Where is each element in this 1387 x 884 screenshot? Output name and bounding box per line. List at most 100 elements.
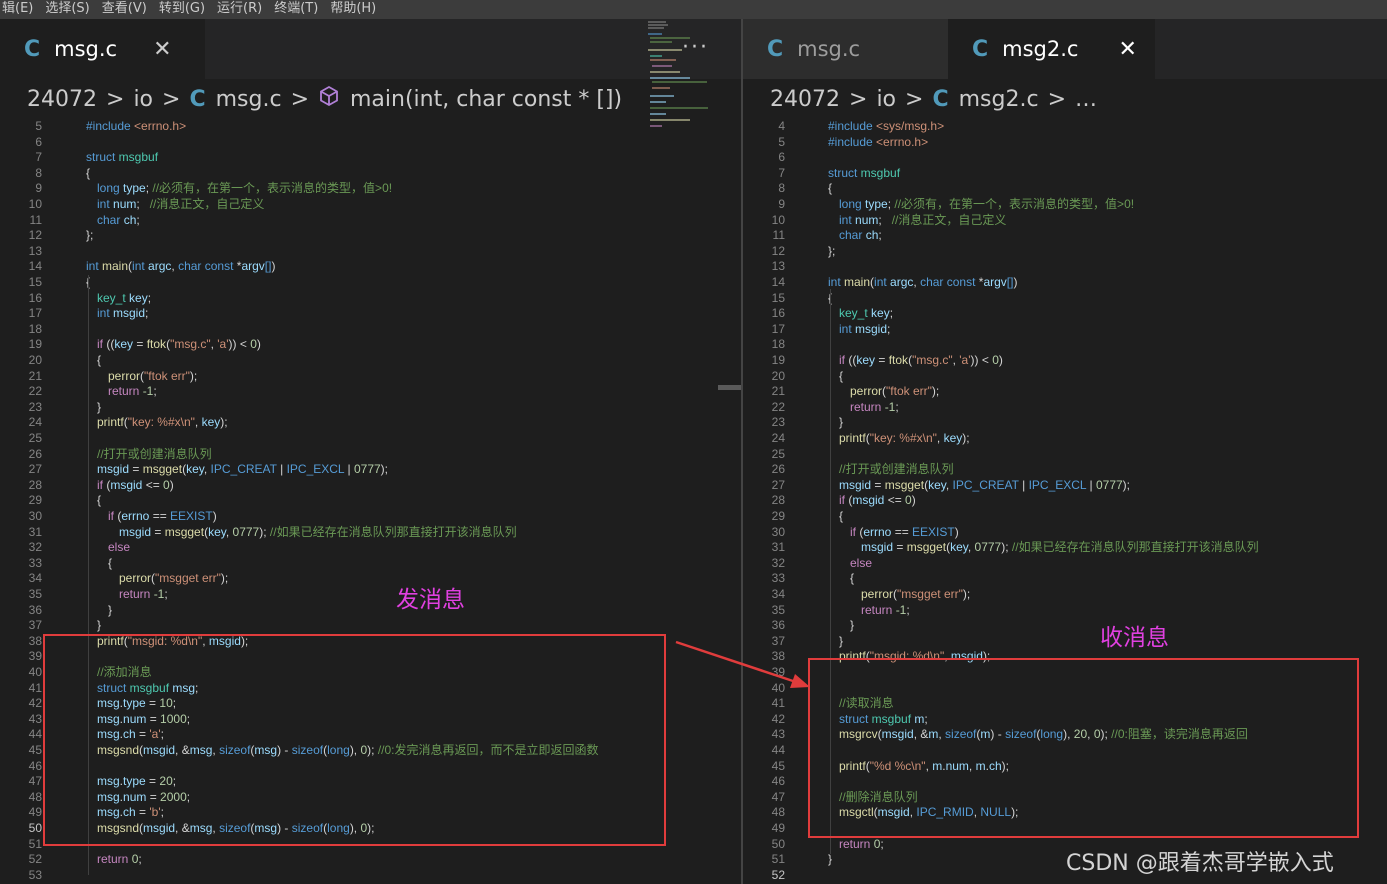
minimap[interactable]	[640, 19, 716, 129]
code-line: 18	[0, 322, 741, 338]
breadcrumb-folder[interactable]: 24072	[770, 87, 840, 112]
code-text: return 0;	[97, 852, 142, 867]
line-number: 41	[28, 680, 42, 695]
line-number: 51	[771, 852, 785, 867]
code-line: 29 {	[0, 493, 741, 509]
code-text: int msgid;	[839, 321, 891, 336]
code-line: 8{	[743, 181, 1387, 197]
close-icon[interactable]: ✕	[153, 37, 171, 62]
scrollbar-thumb[interactable]	[718, 385, 741, 390]
breadcrumb-symbol[interactable]: main(int, char const * [])	[350, 87, 622, 112]
line-number: 45	[771, 758, 785, 773]
breadcrumb-folder[interactable]: 24072	[27, 87, 97, 112]
code-line: 23}	[743, 415, 1387, 431]
line-number: 5	[778, 134, 785, 149]
line-number: 7	[778, 165, 785, 180]
line-number: 32	[28, 540, 42, 555]
code-text: key_t key;	[839, 306, 894, 321]
line-number: 46	[28, 758, 42, 773]
line-number: 24	[28, 415, 42, 430]
breadcrumb-subfolder[interactable]: io	[133, 87, 153, 112]
tab-bar-left: C msg.c ✕ ···	[0, 19, 741, 79]
line-number: 36	[771, 618, 785, 633]
code-text: printf("key: %#x\n", key);	[97, 415, 228, 430]
code-line: 13	[0, 244, 741, 260]
line-number: 48	[28, 789, 42, 804]
menu-item-6[interactable]: 帮助(H)	[324, 0, 382, 17]
line-number: 23	[28, 399, 42, 414]
code-text: {	[97, 493, 102, 508]
line-number: 15	[28, 275, 42, 289]
code-line: 35 return -1;	[743, 603, 1387, 619]
highlight-box-send	[43, 634, 666, 846]
chevron-right-icon: >	[162, 86, 181, 112]
breadcrumb-subfolder[interactable]: io	[876, 87, 896, 112]
menu-item-3[interactable]: 转到(G)	[153, 0, 211, 17]
code-text: perror("ftok err");	[108, 368, 198, 383]
line-number: 34	[28, 571, 42, 586]
code-line: 15{	[0, 275, 741, 291]
code-text: perror("msgget err");	[119, 571, 229, 586]
code-text: }	[839, 633, 844, 648]
code-line: 37}	[743, 634, 1387, 650]
chevron-right-icon: >	[1047, 86, 1066, 112]
line-number: 27	[28, 462, 42, 477]
line-number: 32	[771, 555, 785, 570]
menu-item-2[interactable]: 查看(V)	[96, 0, 153, 17]
code-line: 12};	[743, 244, 1387, 260]
tab-msg2-c[interactable]: C msg2.c ✕	[948, 19, 1155, 79]
code-line: 9 long type; //必须有，在第一个，表示消息的类型，值>0!	[743, 197, 1387, 213]
code-line: 34 perror("msgget err");	[743, 587, 1387, 603]
code-line: 25	[743, 447, 1387, 463]
line-number: 22	[771, 399, 785, 414]
code-line: 21 perror("ftok err");	[0, 369, 741, 385]
code-line: 24 printf("key: %#x\n", key);	[743, 431, 1387, 447]
line-number: 5	[35, 119, 42, 133]
line-number: 30	[771, 524, 785, 539]
code-text: int msgid;	[97, 306, 149, 321]
menu-item-1[interactable]: 选择(S)	[39, 0, 95, 17]
line-number: 6	[35, 134, 42, 149]
code-line: 26 //打开或创建消息队列	[743, 462, 1387, 478]
c-file-icon: C	[932, 86, 949, 112]
line-number: 43	[771, 727, 785, 742]
code-line: 17 int msgid;	[0, 306, 741, 322]
code-line: 36}	[0, 603, 741, 619]
line-number: 40	[28, 665, 42, 679]
line-number: 20	[28, 353, 42, 367]
code-line: 11 char ch;	[0, 213, 741, 229]
line-number: 19	[28, 337, 42, 352]
menu-item-0[interactable]: 辑(E)	[0, 0, 39, 17]
tab-msg-c[interactable]: C msg.c	[743, 19, 948, 79]
code-text: }	[108, 602, 113, 617]
line-number: 43	[28, 711, 42, 726]
code-text: if (errno == EEXIST)	[108, 509, 217, 523]
line-number: 12	[771, 243, 785, 258]
c-file-icon: C	[767, 36, 784, 62]
line-number: 52	[28, 852, 42, 867]
breadcrumb-file[interactable]: msg2.c	[959, 87, 1039, 112]
breadcrumb-ellipsis[interactable]: …	[1075, 87, 1097, 112]
tab-msg-c[interactable]: C msg.c ✕	[0, 19, 205, 79]
line-number: 9	[778, 197, 785, 211]
menu-item-4[interactable]: 运行(R)	[211, 0, 268, 17]
tab-label: msg.c	[797, 37, 861, 61]
line-number: 8	[35, 165, 42, 180]
code-text: msgid = msgget(key, IPC_CREAT | IPC_EXCL…	[97, 462, 389, 477]
code-line: 15{	[743, 291, 1387, 307]
line-number: 38	[28, 633, 42, 648]
breadcrumb-file[interactable]: msg.c	[216, 87, 282, 112]
code-line: 13	[743, 259, 1387, 275]
line-number: 17	[771, 321, 785, 336]
code-text: #include <sys/msg.h>	[828, 119, 945, 133]
code-line: 6	[743, 150, 1387, 166]
line-number: 46	[771, 774, 785, 789]
line-number: 31	[28, 524, 42, 539]
code-text: char ch;	[839, 228, 882, 243]
code-line: 35 return -1;	[0, 587, 741, 603]
close-icon[interactable]: ✕	[1118, 37, 1136, 62]
code-line: 19 if ((key = ftok("msg.c", 'a')) < 0)	[743, 353, 1387, 369]
menu-item-5[interactable]: 终端(T)	[268, 0, 324, 17]
code-text: };	[828, 243, 836, 258]
code-text: #include <errno.h>	[828, 134, 929, 149]
